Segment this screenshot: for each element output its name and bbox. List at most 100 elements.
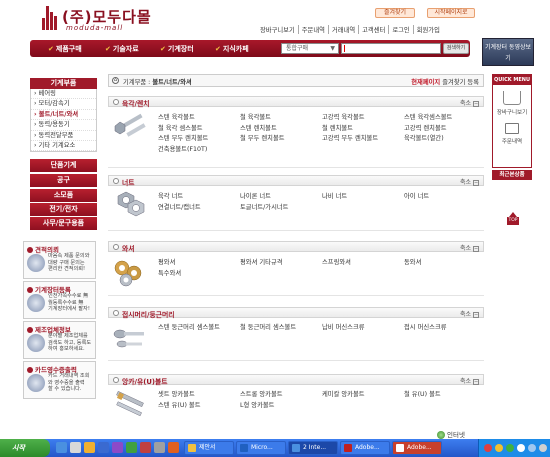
tray-icon[interactable] [495,444,503,452]
category-item[interactable]: › 동력전달부품 [31,131,96,141]
product-link[interactable]: 건축용볼트(F10T) [158,145,240,156]
product-link[interactable]: L형 앙카볼트 [240,401,322,412]
product-link[interactable]: 스텐 육각셈스볼트 [404,113,486,124]
product-link[interactable]: 철 렌치볼트 [322,124,404,135]
product-link[interactable]: 고강력 육각볼트 [322,113,404,124]
product-link[interactable]: 토글너트/가시너트 [240,203,322,214]
product-link[interactable]: 고강력 무두 렌치볼트 [322,134,404,145]
product-link[interactable]: 납비 머신스크류 [322,323,404,334]
product-link[interactable]: 연결너트/캡너트 [158,203,240,214]
product-link[interactable]: 스텐 육각볼트 [158,113,240,124]
page-bookmark-link[interactable]: 현재페이지 즐겨찾기 등록 [411,77,479,86]
product-link[interactable]: 동와셔 [404,258,486,269]
tray-icon[interactable] [539,444,547,452]
section-bullet-icon [113,310,119,316]
product-link[interactable]: 평와셔 기타규격 [240,258,322,269]
search-button[interactable]: 검색하기 [443,43,469,54]
product-link[interactable]: 접시 머신스크류 [404,323,486,334]
tray-icon[interactable] [506,444,514,452]
tray-icon[interactable] [484,444,492,452]
quicklaunch-folder-icon[interactable] [84,442,95,453]
product-link[interactable]: 케미칼 앙카볼트 [322,390,404,401]
login-link[interactable]: 로그인 [388,25,412,34]
quicklaunch-app-icon[interactable] [112,442,123,453]
nav-item-purchase[interactable]: ✔ 제품구매 [48,44,82,54]
product-link[interactable]: 나이론 너트 [240,192,322,203]
scroll-top-button[interactable]: TOP [507,217,519,225]
product-link[interactable]: 철 무두 렌치볼트 [240,134,322,145]
product-link[interactable]: 철 육각 셈스볼트 [158,124,240,135]
product-link[interactable]: 스텐 유(U) 볼트 [158,401,240,412]
signup-link[interactable]: 회원가입 [412,25,443,34]
quicklaunch-app-icon[interactable] [154,442,165,453]
quicklaunch-desktop-icon[interactable] [70,442,81,453]
product-link[interactable]: 육각볼트(열간) [404,134,486,145]
set-homepage-button[interactable]: 시작페이지로 [427,8,475,18]
category-button-office[interactable]: 사무/문구용품 [30,217,97,230]
order-icon[interactable] [505,123,519,134]
promo-manufacturer-info[interactable]: 제조업체정보 분야별 제조업체를 검색도 하고, 등록도 하여 홍보하세요. [23,321,96,359]
taskbar-item[interactable]: 제안서 [184,441,234,455]
category-item[interactable]: › 베어링 [31,89,96,100]
customer-center-link[interactable]: 고객센터 [358,25,388,34]
collapse-button[interactable]: 축소 − [460,309,479,318]
promo-quote-request[interactable]: 견적의뢰 마음속 제품 문의와 대량 구매 문의는 편리한 견적의뢰! [23,241,96,279]
cart-link[interactable]: 장바구니보기 [257,25,298,34]
taskbar-item[interactable]: Micro... [236,441,286,455]
nav-item-tech[interactable]: ✔ 기술자료 [105,44,139,54]
collapse-button[interactable]: 축소 − [460,243,479,252]
product-link[interactable]: 스텐 렌치볼트 [240,124,322,135]
category-item[interactable]: › 동력/용동기 [31,120,96,131]
category-item[interactable]: › 모터/감속기 [31,99,96,110]
quick-order-link[interactable]: 주문내역 [493,137,531,145]
quicklaunch-app-icon[interactable] [140,442,151,453]
product-link[interactable]: 평와셔 [158,258,240,269]
collapse-button[interactable]: 축소 − [460,98,479,107]
product-link[interactable]: 나비 너트 [322,192,404,203]
product-link[interactable]: 철 둥근머리 셈스볼트 [240,323,322,334]
collapse-button[interactable]: 축소 − [460,177,479,186]
product-link[interactable]: 스프링와셔 [322,258,404,269]
product-link[interactable]: 고강력 렌치볼트 [404,124,486,135]
promo-card-receipt[interactable]: 카드영수증출력 카드 거래내역 조회 와 영수증을 출력 할 수 있습니다. [23,361,96,399]
transactions-link[interactable]: 거래내역 [327,25,358,34]
quicklaunch-app-icon[interactable] [126,442,137,453]
start-button[interactable]: 시작 [0,439,50,457]
orders-link[interactable]: 주문내역 [297,25,328,34]
cart-icon[interactable] [503,91,521,105]
market-video-banner[interactable]: 기계장터 동영상보기 [482,38,534,66]
quicklaunch-browser-icon[interactable] [56,442,67,453]
taskbar-item-active[interactable]: 2 Inte... [288,441,338,455]
product-link[interactable]: 셋트 앙카볼트 [158,390,240,401]
product-link[interactable]: 스텐 둥근머리 셈스볼트 [158,323,240,334]
product-link[interactable]: 철 육각볼트 [240,113,322,124]
category-button-single-machine[interactable]: 단품기계 [30,159,97,172]
category-button-consumables[interactable]: 소모품 [30,189,97,202]
search-category-select[interactable]: 통합구매 ▼ [281,43,339,54]
site-logo[interactable]: (주)모두다몰 moduda-mall [42,6,151,36]
quick-cart-link[interactable]: 장바구니보기 [493,108,531,116]
promo-market-register[interactable]: 기계장터등록 인천가쪽수수료 無 월등록수수료 無 기계장터에서 팔자! [23,281,96,319]
quicklaunch-app-icon[interactable] [168,442,179,453]
taskbar-item[interactable]: Adobe... [392,441,442,455]
product-link[interactable]: 아이 너트 [404,192,486,203]
bookmark-button[interactable]: 즐겨찾기 [375,8,415,18]
product-link[interactable]: 특수와셔 [158,269,240,280]
bullet-icon [27,327,33,333]
collapse-button[interactable]: 축소 − [460,376,479,385]
category-button-electric[interactable]: 전기/전자 [30,203,97,216]
product-link[interactable]: 육각 너트 [158,192,240,203]
search-input[interactable] [341,43,441,54]
quicklaunch-app-icon[interactable] [98,442,109,453]
tray-icon[interactable] [528,444,536,452]
category-button-tools[interactable]: 공구 [30,174,97,187]
nav-item-market[interactable]: ✔ 기계장터 [160,44,194,54]
nav-item-knowledge[interactable]: ✔ 지식카페 [215,44,249,54]
tray-icon[interactable] [517,444,525,452]
product-link[interactable]: 스텐 무두 렌치볼트 [158,134,240,145]
category-item-active[interactable]: › 볼트/너트/와셔 [31,110,96,121]
product-link[interactable]: 철 유(U) 볼트 [404,390,486,401]
product-link[interactable]: 스트롱 앙카볼트 [240,390,322,401]
category-item[interactable]: › 기타 기계요소 [31,141,96,152]
taskbar-item[interactable]: Adobe... [340,441,390,455]
